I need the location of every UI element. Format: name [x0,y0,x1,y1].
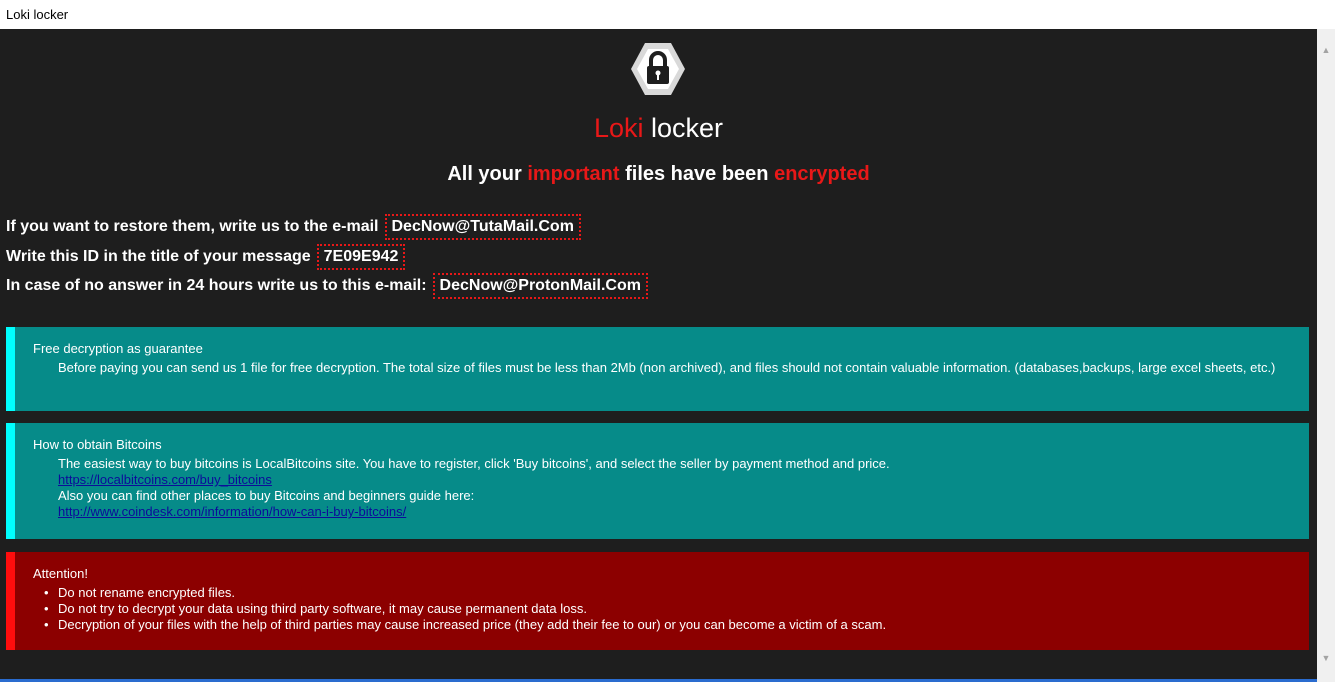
attention-item: Do not try to decrypt your data using th… [44,601,1291,617]
contact-line-primary: If you want to restore them, write us to… [6,214,581,240]
attention-item: Decryption of your files with the help o… [44,617,1291,633]
backup-email[interactable]: DecNow@ProtonMail.Com [432,273,648,299]
free-decryption-panel: Free decryption as guarantee Before payi… [6,327,1309,411]
window-title-bar: Loki locker [0,0,1335,29]
page-title: Loki locker [0,113,1317,144]
contact-line-id-text: Write this ID in the title of your messa… [6,248,311,265]
contact-line-id: Write this ID in the title of your messa… [6,244,406,270]
free-decryption-body: Before paying you can send us 1 file for… [58,360,1276,375]
bitcoin-heading: How to obtain Bitcoins [33,437,162,452]
padlock-hexagon-icon [631,43,685,95]
bitcoin-body-text-1: The easiest way to buy bitcoins is Local… [58,456,890,471]
chevron-up-icon[interactable]: ▲ [1317,41,1335,58]
contact-line-primary-text: If you want to restore them, write us to… [6,218,379,235]
page-subtitle: All your important files have been encry… [0,163,1317,186]
chevron-down-icon[interactable]: ▼ [1317,649,1335,666]
subtitle-part-2: files have been [625,163,769,185]
primary-email[interactable]: DecNow@TutaMail.Com [384,214,581,240]
contact-line-backup-text: In case of no answer in 24 hours write u… [6,277,427,294]
attention-item: Do not rename encrypted files. [44,585,1291,601]
localbitcoins-link[interactable]: https://localbitcoins.com/buy_bitcoins [58,472,272,487]
subtitle-encrypted: encrypted [774,163,870,185]
bitcoin-body: The easiest way to buy bitcoins is Local… [33,456,1291,520]
attention-panel: Attention! Do not rename encrypted files… [6,552,1309,650]
window-title: Loki locker [6,7,69,22]
coindesk-link[interactable]: http://www.coindesk.com/information/how-… [58,504,406,519]
title-loki: Loki [593,113,644,143]
bitcoin-body-text-2: Also you can find other places to buy Bi… [58,488,475,503]
subtitle-part-1: All your [447,163,522,185]
attention-heading: Attention! [33,566,88,581]
ransom-note-view: Loki locker All your important files hav… [0,29,1317,679]
attention-list: Do not rename encrypted files. Do not tr… [33,585,1291,633]
contact-line-backup: In case of no answer in 24 hours write u… [6,273,648,299]
subtitle-important: important [527,163,620,185]
title-locker: locker [651,113,724,143]
victim-id[interactable]: 7E09E942 [316,244,406,270]
bitcoin-panel: How to obtain Bitcoins The easiest way t… [6,423,1309,539]
free-decryption-heading: Free decryption as guarantee [33,341,203,356]
vertical-scrollbar[interactable]: ▲ ▼ [1317,29,1335,682]
